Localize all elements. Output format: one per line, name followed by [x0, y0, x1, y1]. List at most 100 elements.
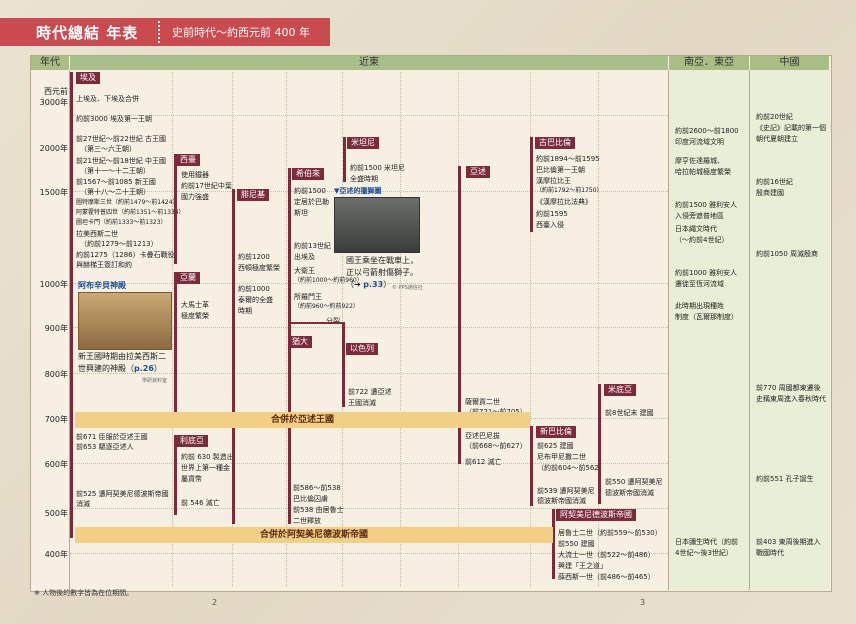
split-label: 分裂 [326, 317, 340, 325]
egypt-text: 前1567～前1085 新王國 [76, 178, 156, 186]
year-label: 1500年 [39, 188, 68, 197]
media-text: 德波斯帝國消滅 [605, 489, 654, 497]
china-text: 約前20世紀 [756, 113, 793, 121]
tag-hebrews: 希伯來 [292, 168, 324, 180]
lydia-text: 約前 630 製造出 [181, 453, 234, 461]
timeline-bar-media [598, 384, 601, 504]
aramaeans-text: 大馬士革 [181, 301, 209, 309]
tag-hittites: 西臺 [176, 154, 200, 166]
south-asia-text: 日本彌生時代（約前 [675, 538, 738, 546]
egypt-text: （第十一～十二王朝） [80, 167, 150, 175]
south-asia-text: 遷徙至恆河流域 [675, 280, 724, 288]
egypt-text: 前27世紀～前22世紀 古王國 [76, 135, 167, 143]
south-asia-text: 印度河流域文明 [675, 138, 724, 146]
page-number-left: 2 [212, 598, 218, 607]
year-label: 2000年 [39, 144, 68, 153]
phoenicia-text: 約前1000 [238, 285, 270, 293]
south-asia-text: 哈拉帕城極度繁榮 [675, 168, 731, 176]
south-asia-text: 4世紀～後3世紀） [675, 549, 733, 557]
hebrews-text: 二世釋放 [293, 517, 321, 525]
babylon-text: 西臺入侵 [536, 221, 564, 229]
grid-line [286, 72, 287, 587]
grid-line [70, 115, 668, 116]
lydia-text: 屬貨幣 [181, 475, 202, 483]
babylon-text: 約前1595 [536, 210, 568, 218]
band-persian-unification: 合併於阿契美尼德波斯帝國 [75, 527, 553, 543]
tag-old-babylon: 古巴比倫 [535, 137, 575, 149]
persia-text: 薛西斯一世（前486～前465） [558, 573, 655, 581]
babylon-text: （約前1792～前1750） [536, 187, 603, 194]
timeline-bar-mitanni [343, 137, 346, 182]
assyria-image-caption: 正以弓箭射傷獅子。 [346, 268, 418, 277]
media-text: 前550 遭阿契美尼 [605, 478, 663, 486]
year-label: 1000年 [39, 280, 68, 289]
egypt-text: 圖特摩斯三世（約前1479～前1424） [76, 199, 179, 206]
assyria-text: 亞述巴尼拔 [465, 432, 500, 440]
china-text: 約前16世紀 [756, 178, 793, 186]
egypt-text: （第三～六王朝） [80, 145, 136, 153]
hebrews-text: 前586～前538 [293, 484, 341, 492]
hebrews-text: 定居於巴勒 [294, 198, 329, 206]
south-asia-text: 約前2600～前1800 [675, 127, 739, 135]
tag-judah: 猶大 [288, 336, 312, 348]
mitanni-text: 約前1500 米坦尼 [350, 164, 406, 172]
egypt-text: 阿蒙霍特普四世（約前1351～前1334） [76, 209, 185, 216]
china-text: 《史記》記載的第一個 [756, 124, 826, 132]
assyria-text: 前612 滅亡 [465, 458, 502, 466]
neo-babylon-text: 前625 建國 [537, 442, 574, 450]
year-label: 600年 [44, 460, 68, 469]
assyria-image-ref: （➔ p.33） [346, 280, 392, 289]
year-label: 900年 [44, 324, 68, 333]
neo-babylon-text: 尼布甲尼撒二世 [537, 453, 586, 461]
china-text: 戰國時代 [756, 549, 784, 557]
header-south-east-asia: 南亞．東亞 [669, 56, 749, 70]
hebrews-text: 斯坦 [294, 209, 308, 217]
grid-line [400, 72, 401, 587]
page-reference: p.33 [363, 280, 384, 289]
egypt-text: 約前1275（1286）卡疊石戰役 [76, 251, 175, 259]
egypt-text: 消滅 [76, 500, 90, 508]
year-label: 700年 [44, 415, 68, 424]
timeline-bar-israel [342, 322, 345, 407]
persia-text: 大流士一世（前522～前486） [558, 551, 655, 559]
lydia-text: 前 546 滅亡 [181, 499, 220, 507]
babylon-text: 《漢摩拉比法典》 [536, 198, 592, 206]
china-text: 約前1050 周滅殷商 [756, 250, 819, 258]
timeline-bar-egypt [70, 72, 73, 538]
egypt-text: 約前3000 埃及第一王朝 [76, 115, 153, 123]
timeline-bar-neo-babylon [530, 426, 533, 506]
grid-line [172, 72, 173, 587]
tag-lydia: 利底亞 [176, 435, 208, 447]
page-number-right: 3 [640, 598, 646, 607]
china-text: 史稱東周進入春秋時代 [756, 395, 826, 403]
abu-simbel-caption-title: 阿布辛貝神殿 [78, 281, 126, 290]
babylon-text: 巴比倫第一王朝 [536, 166, 585, 174]
china-text: 殷商建國 [756, 189, 784, 197]
tag-persia: 阿契美尼德波斯帝國 [556, 509, 636, 521]
hebrews-text: 約前1500 [294, 187, 326, 195]
photo-credit: © PPS通信社 [392, 285, 423, 291]
divider [668, 70, 669, 590]
footnote: ※ 人物後的數字皆為在位期間。 [34, 589, 134, 597]
band-assyrian-unification: 合併於亞述王國 [75, 412, 530, 428]
south-asia-text: （～約前4世紀） [675, 236, 729, 244]
persia-text: 居魯士二世（約前559～前530） [558, 529, 662, 537]
egypt-text: 前653 驅逐亞述人 [76, 443, 134, 451]
assyria-image-title: ▼亞述的獵獅圖 [334, 187, 382, 195]
hebrews-text: 約前13世紀 [294, 242, 331, 250]
south-asia-text: 約前1500 雅利安人 [675, 201, 738, 209]
south-asia-text: 日本繩文時代 [675, 225, 717, 233]
year-label: 400年 [44, 550, 68, 559]
hebrews-text: 巴比倫囚虜 [293, 495, 328, 503]
israel-text: 王國消滅 [348, 399, 376, 407]
hebrews-text: 前538 由居魯士 [293, 506, 344, 514]
year-label: 500年 [44, 509, 68, 518]
timeline-bar-phoenicia [232, 189, 235, 524]
header-china: 中國 [750, 56, 829, 70]
israel-text: 前722 遭亞述 [348, 388, 392, 396]
china-text: 約前551 孔子誕生 [756, 475, 814, 483]
hebrews-text: （約前960～約前922） [294, 303, 359, 310]
egypt-text: 與赫梯王簽訂和約 [76, 261, 132, 269]
timeline-bar-old-babylon [530, 137, 533, 232]
tag-mitanni: 米坦尼 [347, 137, 379, 149]
